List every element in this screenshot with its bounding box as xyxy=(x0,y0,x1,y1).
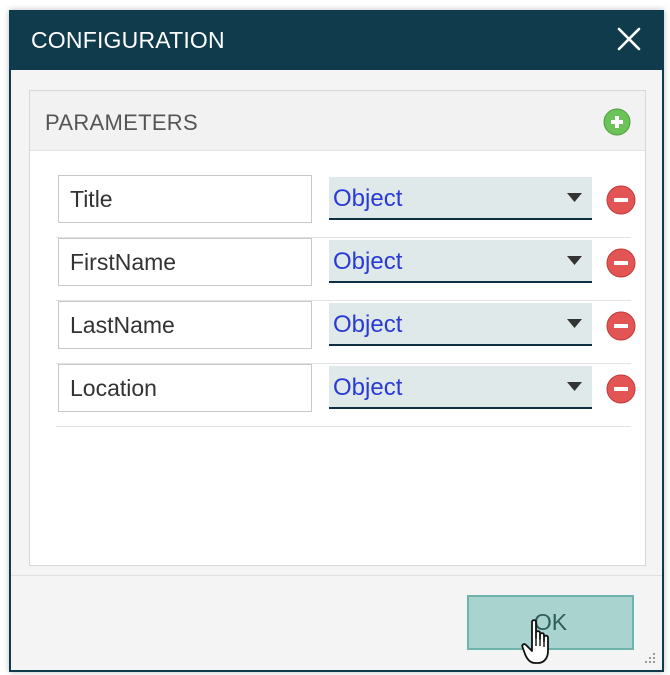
parameter-name-input[interactable] xyxy=(58,175,312,223)
parameter-type-value: Object xyxy=(333,311,403,338)
minus-circle-icon xyxy=(606,311,636,341)
parameters-panel: PARAMETERS Object xyxy=(29,90,646,566)
parameters-header: PARAMETERS xyxy=(30,91,645,151)
minus-circle-icon xyxy=(606,374,636,404)
minus-circle-icon xyxy=(606,248,636,278)
dropdown-arrow-icon xyxy=(567,319,582,329)
parameter-name-input[interactable] xyxy=(58,301,312,349)
parameters-title: PARAMETERS xyxy=(45,110,198,135)
dropdown-arrow-icon xyxy=(567,382,582,392)
close-icon xyxy=(617,27,641,51)
resize-grip-icon[interactable] xyxy=(642,650,656,664)
dialog-title: CONFIGURATION xyxy=(31,27,225,53)
parameter-type-value: Object xyxy=(333,248,403,275)
parameter-name-input[interactable] xyxy=(58,238,312,286)
minus-circle-icon xyxy=(606,185,636,215)
dropdown-arrow-icon xyxy=(567,193,582,203)
parameter-row: Object xyxy=(30,175,645,238)
parameter-row: Object xyxy=(30,301,645,364)
configuration-dialog: CONFIGURATION PARAMETERS Title Object Fi… xyxy=(9,10,664,672)
close-button[interactable] xyxy=(612,22,646,56)
parameter-type-select[interactable]: Object xyxy=(329,240,592,283)
parameter-name-input[interactable] xyxy=(58,364,312,412)
parameter-type-value: Object xyxy=(333,374,403,401)
remove-parameter-button[interactable] xyxy=(606,311,636,341)
parameter-type-select[interactable]: Object xyxy=(329,177,592,220)
ok-button[interactable]: OK xyxy=(467,595,634,650)
parameter-type-select[interactable]: Object xyxy=(329,303,592,346)
footer-divider xyxy=(11,575,662,576)
remove-parameter-button[interactable] xyxy=(606,374,636,404)
dropdown-arrow-icon xyxy=(567,256,582,266)
remove-parameter-button[interactable] xyxy=(606,248,636,278)
parameter-row: Object xyxy=(30,364,645,427)
parameter-type-value: Object xyxy=(333,185,403,212)
title-bar[interactable]: CONFIGURATION xyxy=(11,10,662,70)
parameter-row: Object xyxy=(30,238,645,301)
remove-parameter-button[interactable] xyxy=(606,185,636,215)
parameter-type-select[interactable]: Object xyxy=(329,366,592,409)
plus-circle-icon xyxy=(603,108,631,136)
add-parameter-button[interactable] xyxy=(603,108,631,136)
parameter-list: Object Object xyxy=(30,175,645,427)
